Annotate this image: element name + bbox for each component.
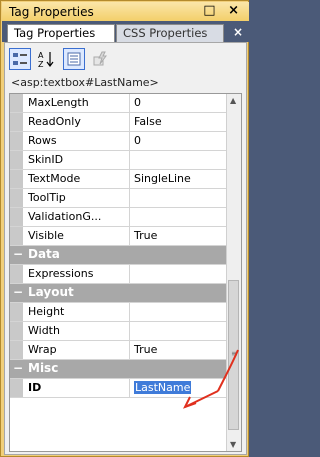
- tab-tag-properties[interactable]: Tag Properties: [7, 24, 115, 42]
- property-row-id[interactable]: ID LastName: [10, 379, 228, 398]
- collapse-icon[interactable]: −: [13, 247, 23, 261]
- row-gutter: [10, 227, 23, 245]
- property-value[interactable]: [131, 265, 230, 283]
- property-name: Expressions: [25, 265, 130, 283]
- property-row-rows[interactable]: Rows 0: [10, 132, 228, 151]
- tab-css-properties[interactable]: CSS Properties: [116, 24, 224, 42]
- property-name: Wrap: [25, 341, 130, 359]
- property-name: ValidationG...: [25, 208, 130, 226]
- category-layout[interactable]: − Layout: [10, 284, 228, 303]
- property-value[interactable]: [131, 322, 230, 340]
- selected-value-text[interactable]: LastName: [134, 381, 192, 394]
- property-name: TextMode: [25, 170, 130, 188]
- property-row-skinid[interactable]: SkinID: [10, 151, 228, 170]
- property-name: ID: [25, 379, 130, 397]
- row-gutter: [10, 113, 23, 131]
- property-row-wrap[interactable]: Wrap True: [10, 341, 228, 360]
- property-name: Rows: [25, 132, 130, 150]
- grip-icon: ≡: [231, 349, 238, 358]
- property-value[interactable]: [131, 189, 230, 207]
- property-grid: MaxLength 0 ReadOnly False Rows 0 SkinID…: [9, 93, 242, 452]
- vertical-scrollbar[interactable]: ▲ ≡ ▼: [226, 94, 241, 451]
- property-value[interactable]: 0: [131, 132, 230, 150]
- property-name: Visible: [25, 227, 130, 245]
- property-value[interactable]: [131, 303, 230, 321]
- svg-text:Z: Z: [38, 60, 44, 68]
- window-title: Tag Properties: [9, 5, 94, 19]
- category-name: Data: [28, 247, 60, 261]
- categorized-button[interactable]: [9, 48, 31, 70]
- property-row-maxlength[interactable]: MaxLength 0: [10, 94, 228, 113]
- properties-button[interactable]: [63, 48, 85, 70]
- element-selector: <asp:textbox#LastName>: [11, 76, 159, 89]
- property-row-readonly[interactable]: ReadOnly False: [10, 113, 228, 132]
- property-value[interactable]: SingleLine: [131, 170, 230, 188]
- property-value[interactable]: True: [131, 341, 230, 359]
- row-gutter: [10, 132, 23, 150]
- row-gutter: [10, 94, 23, 112]
- property-name: ReadOnly: [25, 113, 130, 131]
- property-row-tooltip[interactable]: ToolTip: [10, 189, 228, 208]
- close-tab-icon[interactable]: ×: [233, 25, 243, 39]
- property-row-height[interactable]: Height: [10, 303, 228, 322]
- svg-text:A: A: [38, 51, 44, 60]
- property-row-expressions[interactable]: Expressions: [10, 265, 228, 284]
- property-value[interactable]: False: [131, 113, 230, 131]
- row-gutter: [10, 341, 23, 359]
- property-name: ToolTip: [25, 189, 130, 207]
- row-gutter: [10, 322, 23, 340]
- row-gutter: [10, 189, 23, 207]
- property-value[interactable]: 0: [131, 94, 230, 112]
- events-icon: [93, 51, 107, 66]
- events-button[interactable]: [89, 48, 111, 70]
- collapse-icon[interactable]: −: [13, 285, 23, 299]
- row-gutter: [10, 379, 23, 397]
- property-name: MaxLength: [25, 94, 130, 112]
- property-row-visible[interactable]: Visible True: [10, 227, 228, 246]
- title-bar: Tag Properties □ ×: [2, 2, 249, 21]
- window-controls[interactable]: □ ×: [203, 3, 243, 18]
- property-name: Width: [25, 322, 130, 340]
- property-value-input[interactable]: LastName: [131, 379, 230, 397]
- category-data[interactable]: − Data: [10, 246, 228, 265]
- property-value[interactable]: [131, 151, 230, 169]
- scroll-up-icon[interactable]: ▲: [230, 96, 236, 105]
- category-name: Layout: [28, 285, 74, 299]
- tab-strip: Tag Properties CSS Properties ×: [2, 21, 249, 42]
- category-name: Misc: [28, 361, 59, 375]
- scroll-thumb[interactable]: ≡: [228, 280, 239, 430]
- property-row-width[interactable]: Width: [10, 322, 228, 341]
- category-misc[interactable]: − Misc: [10, 360, 228, 379]
- tag-properties-window: Tag Properties □ × Tag Properties CSS Pr…: [0, 0, 249, 457]
- sort-alphabetical-button[interactable]: A Z: [35, 48, 57, 70]
- property-name: Height: [25, 303, 130, 321]
- scroll-down-icon[interactable]: ▼: [230, 440, 236, 449]
- property-value[interactable]: True: [131, 227, 230, 245]
- row-gutter: [10, 151, 23, 169]
- property-row-textmode[interactable]: TextMode SingleLine: [10, 170, 228, 189]
- row-gutter: [10, 208, 23, 226]
- row-gutter: [10, 303, 23, 321]
- properties-icon: [67, 52, 81, 66]
- categorized-icon: [13, 53, 27, 65]
- row-gutter: [10, 265, 23, 283]
- collapse-icon[interactable]: −: [13, 361, 23, 375]
- sort-alpha-icon: A Z: [38, 51, 54, 68]
- row-gutter: [10, 170, 23, 188]
- property-value[interactable]: [131, 208, 230, 226]
- properties-panel: A Z <asp:textbox#LastName> MaxLength 0 R…: [4, 42, 247, 455]
- property-row-validationgroup[interactable]: ValidationG...: [10, 208, 228, 227]
- property-name: SkinID: [25, 151, 130, 169]
